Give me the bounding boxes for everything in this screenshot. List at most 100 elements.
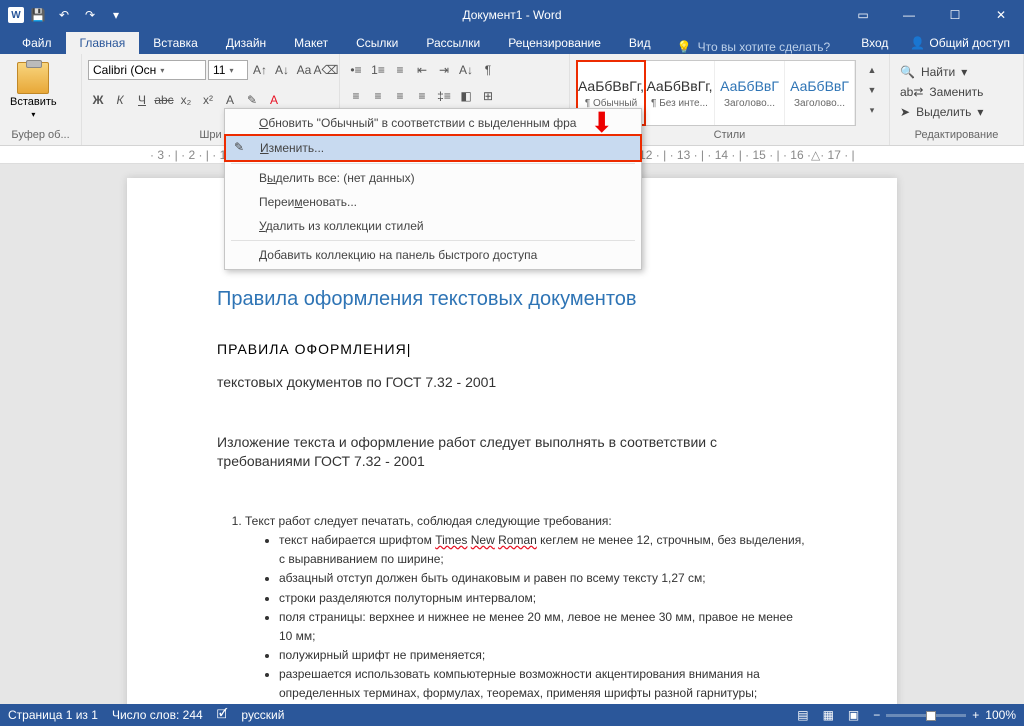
word-count[interactable]: Число слов: 244 (112, 708, 203, 722)
style-context-menu: Обновить "Обычный" в соответствии с выде… (224, 108, 642, 270)
zoom-in-button[interactable]: + (972, 708, 979, 722)
clear-format-button[interactable]: A⌫ (316, 60, 336, 80)
heading-1: Правила оформления текстовых документов (217, 288, 807, 311)
heading-2: ПРАВИЛА ОФОРМЛЕНИЯ (217, 341, 807, 357)
justify-button[interactable]: ≡ (412, 86, 432, 106)
redo-button[interactable]: ↷ (78, 3, 102, 27)
group-clipboard: Вставить ▾ Буфер об... (0, 54, 82, 145)
italic-button[interactable]: К (110, 90, 130, 110)
cursor-icon: ➤ (900, 105, 910, 119)
style-item[interactable]: АаБбВвГг,¶ Без инте... (645, 61, 715, 125)
group-label: Редактирование (896, 129, 1017, 143)
close-button[interactable]: ✕ (978, 0, 1024, 30)
bullet-list: текст набирается шрифтом Times New Roman… (245, 531, 807, 704)
multilevel-button[interactable]: ≡ (390, 60, 410, 80)
tab-review[interactable]: Рецензирование (494, 32, 615, 54)
font-size-combo[interactable]: 11 (208, 60, 248, 80)
line-spacing-button[interactable]: ‡≡ (434, 86, 454, 106)
context-menu-item[interactable]: Добавить коллекцию на панель быстрого до… (225, 243, 641, 267)
view-read-button[interactable]: ▤ (797, 708, 808, 722)
qat-more-button[interactable]: ▾ (104, 3, 128, 27)
list-item: полужирный шрифт не применяется; (279, 646, 807, 665)
replace-button[interactable]: ab⇄Заменить (898, 84, 985, 100)
save-button[interactable]: 💾 (26, 3, 50, 27)
text-effects-button[interactable]: A (220, 90, 240, 110)
share-button[interactable]: 👤Общий доступ (900, 32, 1020, 54)
tab-references[interactable]: Ссылки (342, 32, 412, 54)
context-menu-item[interactable]: Обновить "Обычный" в соответствии с выде… (225, 111, 641, 135)
bullets-button[interactable]: •≡ (346, 60, 366, 80)
paste-button[interactable]: Вставить ▾ (6, 60, 61, 121)
align-right-button[interactable]: ≡ (390, 86, 410, 106)
context-menu-item[interactable]: Переименовать... (225, 190, 641, 214)
list-item: текст набирается шрифтом Times New Roman… (279, 531, 807, 569)
context-menu-item[interactable]: Удалить из коллекции стилей (225, 214, 641, 238)
superscript-button[interactable]: x² (198, 90, 218, 110)
list-item: разрешается использовать компьютерные во… (279, 665, 807, 703)
view-print-button[interactable]: ▦ (823, 708, 834, 722)
strike-button[interactable]: abc (154, 90, 174, 110)
font-name-combo[interactable]: Calibri (Осн (88, 60, 206, 80)
tab-layout[interactable]: Макет (280, 32, 342, 54)
page-indicator[interactable]: Страница 1 из 1 (8, 708, 98, 722)
clipboard-icon (17, 62, 49, 94)
align-left-button[interactable]: ≡ (346, 86, 366, 106)
maximize-button[interactable]: ☐ (932, 0, 978, 30)
ribbon-options-button[interactable]: ▭ (840, 0, 886, 30)
search-icon: 🔍 (900, 65, 915, 79)
borders-button[interactable]: ⊞ (478, 86, 498, 106)
list-item: Текст работ следует печатать, соблюдая с… (245, 512, 807, 704)
edit-icon: ✎ (234, 140, 250, 156)
increase-indent-button[interactable]: ⇥ (434, 60, 454, 80)
style-item[interactable]: АаБбВвГЗаголово... (715, 61, 785, 125)
font-color-button[interactable]: A (264, 90, 284, 110)
tab-file[interactable]: Файл (8, 32, 66, 54)
grow-font-button[interactable]: A↑ (250, 60, 270, 80)
bold-button[interactable]: Ж (88, 90, 108, 110)
tab-home[interactable]: Главная (66, 32, 140, 54)
language-indicator[interactable]: русский (241, 708, 284, 722)
change-case-button[interactable]: Aa (294, 60, 314, 80)
list-item: абзацный отступ должен быть одинаковым и… (279, 569, 807, 588)
paragraph: текстовых документов по ГОСТ 7.32 - 2001 (217, 373, 807, 393)
styles-expand[interactable]: ▾ (862, 100, 882, 120)
paragraph: Изложение текста и оформление работ след… (217, 433, 807, 472)
tab-mailings[interactable]: Рассылки (412, 32, 494, 54)
bulb-icon: 💡 (677, 40, 692, 54)
zoom-slider[interactable] (886, 714, 966, 717)
subscript-button[interactable]: x₂ (176, 90, 196, 110)
window-buttons: ▭ — ☐ ✕ (840, 0, 1024, 30)
show-marks-button[interactable]: ¶ (478, 60, 498, 80)
styles-scroll-up[interactable]: ▲ (862, 60, 882, 80)
tab-view[interactable]: Вид (615, 32, 665, 54)
select-button[interactable]: ➤Выделить ▾ (898, 104, 985, 120)
style-item[interactable]: АаБбВвГЗаголово... (785, 61, 855, 125)
tab-design[interactable]: Дизайн (212, 32, 280, 54)
proofing-icon[interactable]: 🗹 (217, 705, 228, 726)
signin-link[interactable]: Вход (861, 36, 888, 50)
numbering-button[interactable]: 1≡ (368, 60, 388, 80)
document-title: Документ1 - Word (462, 8, 561, 22)
view-web-button[interactable]: ▣ (848, 708, 859, 722)
undo-button[interactable]: ↶ (52, 3, 76, 27)
list-item: строки разделяются полуторным интервалом… (279, 589, 807, 608)
underline-button[interactable]: Ч (132, 90, 152, 110)
shading-button[interactable]: ◧ (456, 86, 476, 106)
tell-me-search[interactable]: 💡Что вы хотите сделать? (677, 40, 831, 54)
decrease-indent-button[interactable]: ⇤ (412, 60, 432, 80)
replace-icon: ab⇄ (900, 85, 923, 99)
tab-insert[interactable]: Вставка (139, 32, 212, 54)
account-area: Вход 👤Общий доступ (861, 32, 1024, 54)
align-center-button[interactable]: ≡ (368, 86, 388, 106)
zoom-out-button[interactable]: − (873, 708, 880, 722)
context-menu-item[interactable]: Выделить все: (нет данных) (225, 166, 641, 190)
find-button[interactable]: 🔍Найти ▾ (898, 64, 985, 80)
zoom-value[interactable]: 100% (985, 708, 1016, 722)
highlight-button[interactable]: ✎ (242, 90, 262, 110)
sort-button[interactable]: A↓ (456, 60, 476, 80)
context-menu-item[interactable]: ✎Изменить... (224, 134, 642, 162)
zoom-control[interactable]: − + 100% (873, 708, 1016, 722)
minimize-button[interactable]: — (886, 0, 932, 30)
shrink-font-button[interactable]: A↓ (272, 60, 292, 80)
styles-scroll-down[interactable]: ▼ (862, 80, 882, 100)
